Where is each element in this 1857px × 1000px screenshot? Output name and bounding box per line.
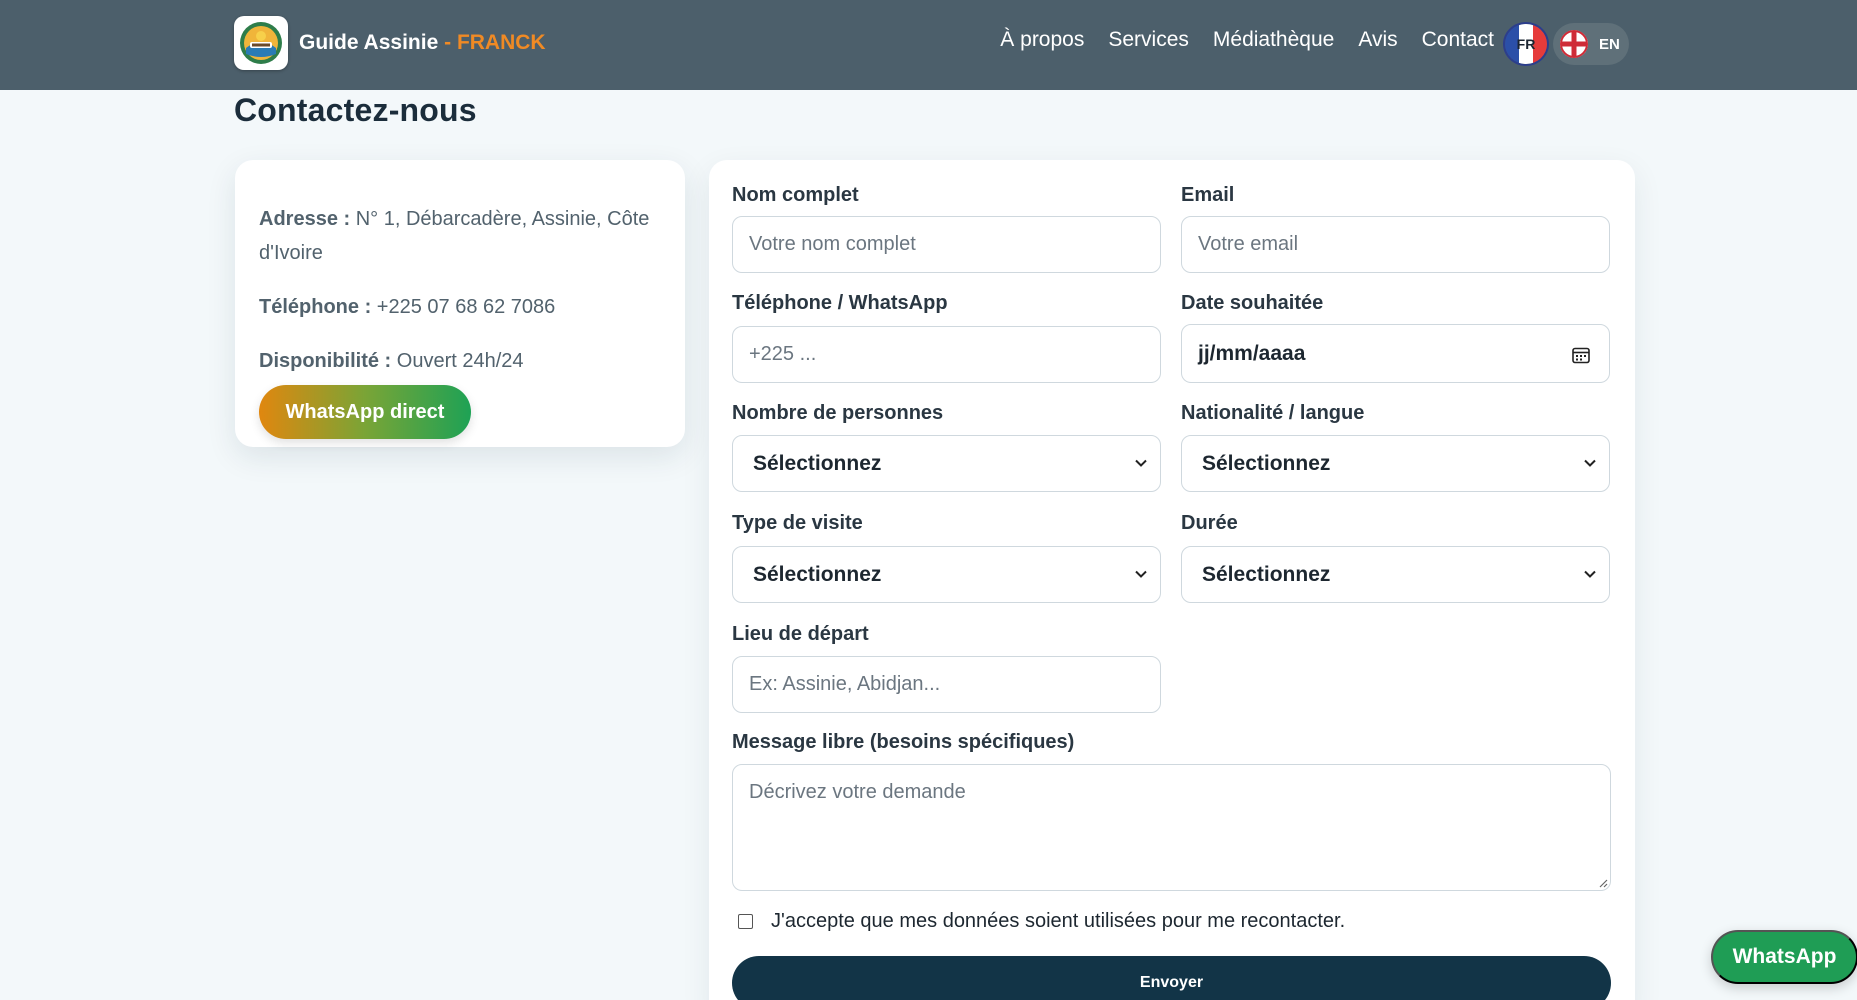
- language-switcher: FR EN: [1503, 22, 1629, 66]
- visit-type-label: Type de visite: [732, 512, 863, 534]
- nav-item-services[interactable]: Services: [1108, 28, 1189, 52]
- lang-en-button[interactable]: EN: [1553, 23, 1629, 65]
- duration-select-value: Sélectionnez: [1202, 562, 1331, 586]
- people-select[interactable]: Sélectionnez: [732, 435, 1161, 492]
- date-label: Date souhaitée: [1181, 292, 1324, 314]
- consent-checkbox[interactable]: [738, 914, 753, 929]
- availability-label: Disponibilité :: [259, 350, 392, 372]
- contact-form: Nom complet Email Téléphone / WhatsApp D…: [709, 160, 1635, 1000]
- brand-accent: FRANCK: [456, 31, 546, 54]
- people-label: Nombre de personnes: [732, 402, 944, 424]
- phone-value: +225 07 68 62 7086: [371, 296, 556, 318]
- nav-item-mediatheque[interactable]: Médiathèque: [1213, 28, 1334, 52]
- brand-text: Guide Assinie - FRANCK: [299, 31, 546, 55]
- uk-flag-icon: [1560, 30, 1588, 58]
- visit-type-select-value: Sélectionnez: [753, 562, 882, 586]
- floating-whatsapp-button[interactable]: WhatsApp: [1711, 930, 1857, 984]
- email-label: Email: [1181, 184, 1235, 206]
- address-line: Adresse : N° 1, Débarcadère, Assinie, Cô…: [259, 202, 661, 270]
- departure-input[interactable]: [732, 656, 1161, 713]
- chevron-down-icon: [1584, 570, 1596, 578]
- resize-grip-icon[interactable]: [1598, 878, 1608, 888]
- nationality-select[interactable]: Sélectionnez: [1181, 435, 1610, 492]
- duration-select[interactable]: Sélectionnez: [1181, 546, 1610, 603]
- people-select-value: Sélectionnez: [753, 451, 882, 475]
- name-label: Nom complet: [732, 184, 859, 206]
- site-header: Guide Assinie - FRANCK À propos Services…: [0, 0, 1857, 90]
- consent-row: J'accepte que mes données soient utilisé…: [738, 910, 1345, 933]
- calendar-icon[interactable]: [1571, 345, 1591, 365]
- brand-separator: -: [438, 31, 457, 54]
- visit-type-select[interactable]: Sélectionnez: [732, 546, 1161, 603]
- availability-line: Disponibilité : Ouvert 24h/24: [259, 344, 661, 378]
- email-input[interactable]: [1181, 216, 1610, 273]
- whatsapp-direct-button[interactable]: WhatsApp direct: [259, 385, 471, 439]
- departure-label: Lieu de départ: [732, 623, 869, 645]
- name-input[interactable]: [732, 216, 1161, 273]
- nationality-select-value: Sélectionnez: [1202, 451, 1331, 475]
- address-label: Adresse :: [259, 208, 351, 230]
- phone-label: Téléphone :: [259, 296, 372, 318]
- lang-fr-label: FR: [1516, 36, 1536, 52]
- lang-fr-button[interactable]: FR: [1503, 22, 1549, 66]
- phone-line: Téléphone : +225 07 68 62 7086: [259, 290, 661, 324]
- consent-text: J'accepte que mes données soient utilisé…: [771, 910, 1346, 932]
- logo: [234, 16, 288, 70]
- chevron-down-icon: [1135, 459, 1147, 467]
- contact-info-card: Adresse : N° 1, Débarcadère, Assinie, Cô…: [235, 160, 685, 447]
- nav-item-contact[interactable]: Contact: [1422, 28, 1494, 52]
- message-textarea[interactable]: [732, 764, 1611, 891]
- date-value: jj/mm/aaaa: [1198, 341, 1306, 365]
- brand-name: Guide Assinie: [299, 31, 439, 54]
- lang-en-label: EN: [1599, 35, 1620, 53]
- chevron-down-icon: [1584, 459, 1596, 467]
- main-nav: À propos Services Médiathèque Avis Conta…: [976, 28, 1494, 52]
- availability-value: Ouvert 24h/24: [391, 350, 524, 372]
- logo-badge-icon: [240, 22, 282, 64]
- phone-label: Téléphone / WhatsApp: [732, 292, 948, 314]
- page-title: Contactez-nous: [234, 92, 477, 128]
- brand[interactable]: Guide Assinie - FRANCK: [234, 16, 546, 70]
- chevron-down-icon: [1135, 570, 1147, 578]
- nav-item-a-propos[interactable]: À propos: [1000, 28, 1084, 52]
- date-input[interactable]: jj/mm/aaaa: [1181, 324, 1610, 383]
- phone-input[interactable]: [732, 326, 1161, 383]
- nav-item-avis[interactable]: Avis: [1358, 28, 1397, 52]
- message-label: Message libre (besoins spécifiques): [732, 731, 1075, 753]
- submit-button[interactable]: Envoyer: [732, 956, 1611, 1000]
- duration-label: Durée: [1181, 512, 1238, 534]
- nationality-label: Nationalité / langue: [1181, 402, 1365, 424]
